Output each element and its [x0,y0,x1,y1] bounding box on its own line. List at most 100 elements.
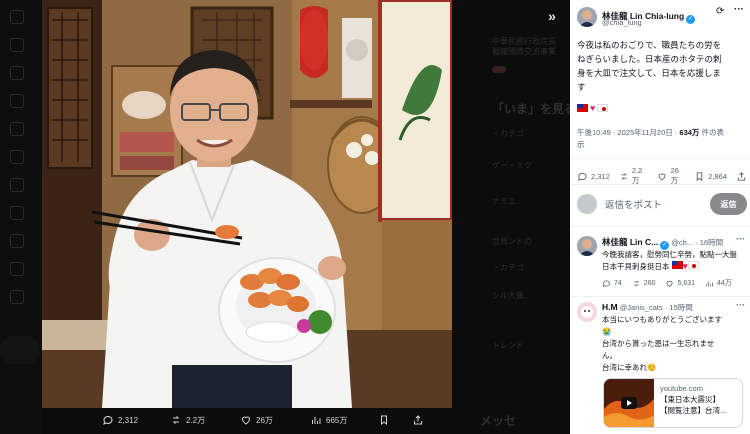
views-icon [706,280,713,286]
bookmark-count: 2,864 [708,171,727,181]
ghost-messages: メッセ [480,414,517,428]
reply-button[interactable]: 2,312 [577,171,610,182]
red-heart-icon: ♥ [590,103,596,113]
reply-text-line: 台湾から貰った恩は一生忘れませ [602,339,715,348]
repost-icon [172,416,180,424]
reply-author-name[interactable]: H.M [602,302,618,312]
reply-reply-button[interactable]: 74 [602,278,622,288]
like-button[interactable]: 26万 [657,166,685,186]
reply-icon [578,172,587,181]
reply-input[interactable]: 返信をポスト [605,197,662,211]
more-options-icon[interactable]: ··· [734,4,744,15]
grok-icon[interactable]: ⟳ [716,6,724,17]
ghost-text: 擬議國際交流事業 [492,47,556,56]
divider [570,296,750,297]
reply-reply-count: 74 [614,279,622,287]
grok-icon [10,150,24,164]
card-text: youtube.com 【東日本大震災】 【閲覧注意】台湾... [660,383,742,416]
heart-icon [241,416,251,425]
photo-like-button[interactable]: 26万 [240,414,273,426]
card-title-1: 【東日本大震災】 [660,395,720,404]
ghost-text: ナミエ [492,197,516,206]
post-timestamp[interactable]: 午後10:49 · 2025年11月20日 · [577,128,679,137]
ghost-text: ゲー・ミク [492,161,532,170]
ghost-badge [492,66,506,73]
divider [570,158,750,159]
more-options-icon[interactable]: ··· [736,234,745,244]
repost-count: 2.2万 [631,166,643,185]
reply-stats: 74 260 5,631 44万 [602,278,732,288]
divider [570,184,750,185]
bookmark-button[interactable]: 2,864 [694,171,727,182]
bookmark-icon [10,178,24,192]
post-stats: 2,312 2.2万 26万 2,864 [577,166,747,186]
post-views-count: 634万 [679,128,700,137]
collapse-panel-button[interactable]: » [541,5,563,27]
views-suffix-2: 示 [577,140,585,149]
views-icon [312,417,321,424]
reply-text-line: ん。 [602,351,617,360]
reply-avatar[interactable] [577,302,597,322]
reply-submit-button[interactable]: 返信 [710,193,747,215]
post-meta: 午後10:49 · 2025年11月20日 · 634万 件の表 示 [577,127,747,151]
post-text: 今夜は私のおごりで、職員たちの労を ねぎらいました。日本産のホタテの刺 身を大皿… [577,38,745,94]
japan-flag-icon [597,104,609,112]
post-detail-panel: 林佳龍 Lin Chia-lung ✓ @chia_lung ⟳ ··· 今夜は私… [570,0,750,434]
reply-repost-button[interactable]: 260 [632,278,656,288]
reply-avatar[interactable] [577,236,597,256]
verified-badge-icon: ✓ [686,15,696,24]
reply-time[interactable]: · 15時間 [665,303,693,312]
reply-text-line: 😭 [602,327,612,336]
user-avatar [577,194,597,214]
reply-views-count: 44万 [717,280,732,287]
reply-text: 今晚我請客，慰勞同仁辛勞，點點一大盤日本干貝刺身挺日本 ♥ [602,249,744,273]
repost-button[interactable]: 2.2万 [619,166,649,186]
bookmark-icon [381,415,387,426]
photo-views-button[interactable]: 665万 [310,414,347,426]
photo-share-button[interactable] [412,414,424,426]
divider [570,226,750,227]
ghost-text: シル大量... [492,291,531,300]
reply-count: 2,312 [591,171,610,181]
reply-composer: 返信をポスト 返信 [577,192,747,216]
taiwan-flag-icon [577,104,588,112]
photo-reply-button[interactable]: 2,312 [102,414,138,426]
share-icon [737,171,746,181]
post-text-line: す [577,82,586,92]
card-title-2: 【閲覧注意】台湾... [660,406,727,415]
photo-repost-count: 2.2万 [186,415,206,425]
heart-icon [659,173,666,180]
reply-author-name[interactable]: 林佳龍 Lin C... [602,237,658,247]
reply-time[interactable]: · 16時間 [695,238,723,247]
photo-views-count: 665万 [326,415,348,425]
photo-like-count: 26万 [256,415,273,425]
reply-like-count: 5,631 [677,279,696,287]
photo-repost-button[interactable]: 2.2万 [170,414,205,426]
reply-header: 林佳龍 Lin C... ✓ @ch... · 16時間 [602,236,723,250]
reply-repost-count: 260 [643,279,656,287]
youtube-link-card[interactable]: youtube.com 【東日本大震災】 【閲覧注意】台湾... [603,378,743,428]
repost-icon [621,172,627,180]
reply-text: 本当にいつもありがとうございます 😭 台湾から貰った恩は一生忘れませ ん。 台湾… [602,314,744,374]
more-options-icon[interactable]: ··· [736,300,745,310]
photo-action-bar: 2,312 2.2万 26万 665万 [42,408,452,434]
profile-icon [10,262,24,276]
author-handle[interactable]: @chia_lung [602,18,642,27]
photo-bookmark-button[interactable] [378,414,390,426]
home-icon [10,38,24,52]
ghost-text: トレンド [492,341,524,350]
reply-author-handle[interactable]: @Janis_cats [620,303,663,312]
reply-views-button[interactable]: 44万 [705,278,732,288]
author-avatar[interactable] [577,7,597,27]
share-button[interactable] [736,171,747,182]
more-icon [10,290,24,304]
reply-item[interactable]: 林佳龍 Lin C... ✓ @ch... · 16時間 ··· 今晚我請客，慰勞… [570,234,750,296]
repost-icon [633,280,639,286]
post-photo[interactable] [42,0,452,408]
reply-icon [103,415,113,425]
reply-like-button[interactable]: 5,631 [665,278,695,288]
share-icon [414,415,422,425]
premium-icon [10,234,24,248]
views-suffix: 件の表 [699,128,725,137]
reply-author-handle[interactable]: @ch... [671,238,693,247]
